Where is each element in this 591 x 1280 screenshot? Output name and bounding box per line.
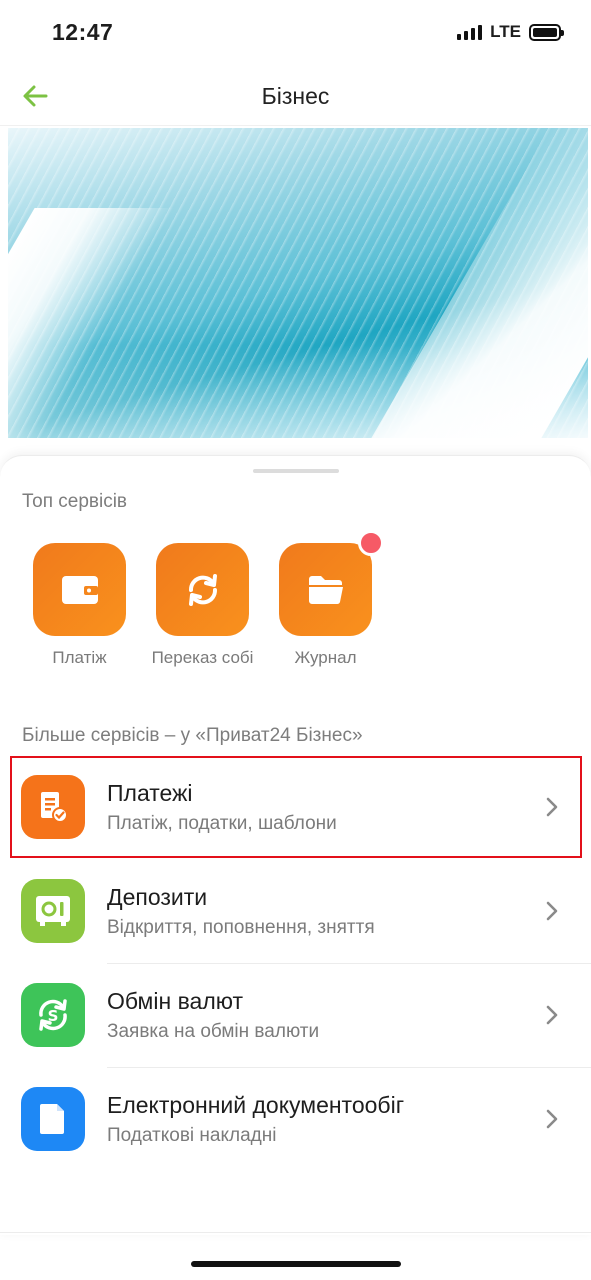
battery-icon: [529, 23, 564, 41]
promo-banner[interactable]: [8, 128, 588, 438]
selection-highlight: [10, 756, 582, 858]
service-description: Відкриття, поповнення, зняття: [107, 917, 375, 938]
chevron-right-icon: [546, 1109, 558, 1129]
folder-icon: [308, 575, 343, 604]
e-documents-tile: [21, 1087, 85, 1151]
top-services-list: Платіж Переказ собі Журнал: [18, 530, 387, 670]
currency-exchange-tile: S: [21, 983, 85, 1047]
notification-badge: [358, 530, 384, 556]
transfer-self-tile[interactable]: [156, 543, 249, 636]
service-description: Податкові накладні: [107, 1125, 277, 1146]
page-title: Бізнес: [261, 83, 330, 109]
status-indicators: LTE: [457, 22, 564, 42]
top-service-payment[interactable]: Платіж: [18, 543, 141, 670]
top-service-label: Переказ собі: [151, 648, 254, 667]
top-service-label: Платіж: [52, 648, 107, 667]
network-type: LTE: [490, 22, 521, 41]
service-description: Заявка на обмін валюти: [107, 1021, 320, 1042]
top-service-journal[interactable]: Журнал: [264, 530, 387, 670]
bottom-divider: [0, 1232, 591, 1233]
sheet-grabber[interactable]: [253, 469, 339, 473]
status-time: 12:47: [52, 19, 114, 45]
wallet-icon: [61, 575, 98, 604]
more-services-title: Більше сервісів – у «Приват24 Бізнес»: [22, 725, 363, 746]
service-row-e-documents[interactable]: Електронний документообіг Податкові накл…: [0, 1068, 591, 1172]
nav-header: Бізнес: [0, 64, 591, 126]
payment-tile[interactable]: [33, 543, 126, 636]
service-name: Електронний документообіг: [107, 1092, 405, 1118]
deposits-tile: [21, 879, 85, 943]
top-service-transfer-self[interactable]: Переказ собі: [141, 543, 264, 670]
top-service-label: Журнал: [294, 648, 357, 667]
refresh-icon: [188, 573, 217, 606]
home-indicator[interactable]: [191, 1261, 401, 1267]
service-row-currency-exchange[interactable]: S Обмін валют Заявка на обмін валюти: [0, 964, 591, 1068]
services-sheet: Топ сервісів Платіж Переказ собі Журнал …: [0, 455, 591, 1235]
service-list: Платежі Платіж, податки, шаблони Депозит…: [0, 756, 591, 1172]
signal-icon: [457, 24, 483, 40]
currency-exchange-icon: S: [39, 999, 67, 1031]
svg-text:S: S: [48, 1007, 59, 1025]
top-services-title: Топ сервісів: [22, 491, 128, 512]
document-icon: [40, 1104, 64, 1134]
chevron-right-icon: [546, 901, 558, 921]
journal-tile[interactable]: [279, 530, 384, 636]
service-row-deposits[interactable]: Депозити Відкриття, поповнення, зняття: [0, 860, 591, 964]
service-name: Обмін валют: [107, 988, 244, 1014]
service-row-payments[interactable]: Платежі Платіж, податки, шаблони: [0, 756, 591, 860]
status-bar: 12:47 LTE: [0, 0, 591, 64]
chevron-right-icon: [546, 1005, 558, 1025]
service-name: Депозити: [107, 884, 208, 910]
safe-icon: [36, 896, 70, 926]
